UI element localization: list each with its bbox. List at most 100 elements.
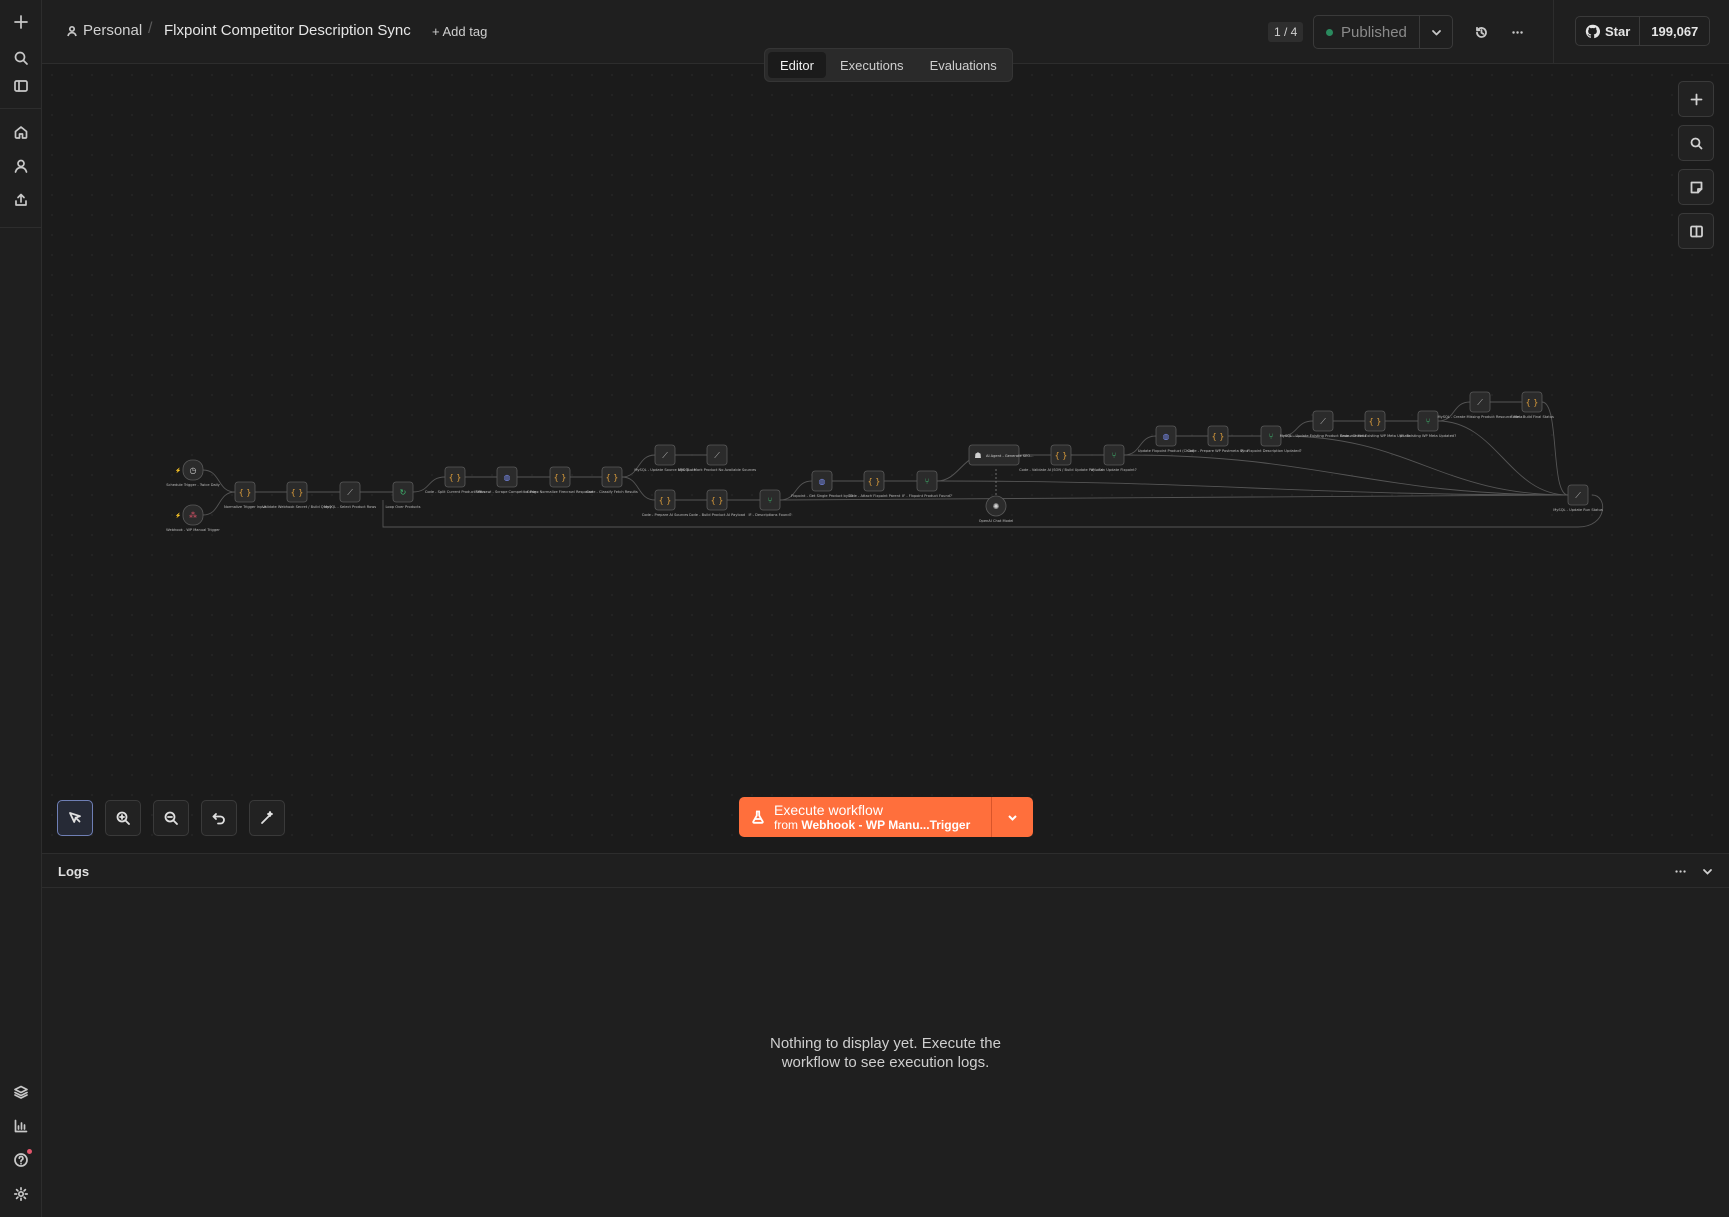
breadcrumb-separator: / bbox=[148, 20, 153, 37]
share-upload-icon[interactable] bbox=[9, 188, 33, 212]
workflow-node[interactable]: { } Code - Prepare WP Postmeta Sync bbox=[1187, 425, 1249, 453]
user-icon bbox=[67, 25, 77, 36]
sticky-note-icon bbox=[1690, 181, 1702, 193]
workflow-node[interactable]: ↻ Loop Over Products bbox=[385, 481, 421, 509]
tab-executions[interactable]: Executions bbox=[828, 52, 916, 78]
logs-empty-line2: workflow to see execution logs. bbox=[781, 1054, 990, 1071]
workflow-node[interactable]: ⟋ MySQL - Mark Product No Available Sourc… bbox=[678, 444, 756, 472]
search-nodes-button[interactable] bbox=[1678, 125, 1714, 161]
logs-more-icon[interactable] bbox=[1672, 863, 1688, 879]
flask-icon bbox=[752, 810, 764, 824]
workflow-node[interactable]: { } Code - Normalize Firecrawl Response bbox=[527, 466, 594, 494]
more-options-icon[interactable] bbox=[1507, 22, 1527, 42]
workflow-node[interactable]: ⑂ IF - Descriptions Found? bbox=[748, 489, 792, 517]
tab-editor[interactable]: Editor bbox=[768, 52, 826, 78]
breadcrumb-project[interactable]: Personal bbox=[66, 22, 142, 39]
node-label: Code - Normalize Firecrawl Response bbox=[527, 490, 594, 494]
node-label: Code - Prepare WP Postmeta Sync bbox=[1187, 449, 1248, 453]
node-label: Validate Webhook Secret / Build Query bbox=[262, 505, 332, 509]
workflow-node[interactable]: { } Normalize Trigger Input bbox=[224, 481, 267, 509]
mysql-icon: ⟋ bbox=[714, 451, 720, 460]
zoom-in-button[interactable] bbox=[105, 800, 141, 836]
search-icon bbox=[1690, 137, 1702, 149]
select-pointer-button[interactable] bbox=[57, 800, 93, 836]
insights-chart-icon[interactable] bbox=[9, 1114, 33, 1138]
node-label: Normalize Trigger Input bbox=[224, 505, 267, 509]
if-icon: ⑂ bbox=[1426, 417, 1431, 426]
workflow-node[interactable]: ⑂ IF - Flxpoint Product Found? bbox=[902, 470, 952, 498]
workflow-node[interactable]: ✺ OpenAI Chat Model bbox=[979, 495, 1014, 523]
undo-button[interactable] bbox=[201, 800, 237, 836]
workflow-node[interactable]: { } Code - Classify Fetch Results bbox=[586, 466, 638, 494]
workflow-node[interactable]: { } Code - Attach Flxpoint Parent bbox=[848, 470, 901, 498]
templates-layers-icon[interactable] bbox=[9, 1080, 33, 1104]
workflow-node[interactable]: ⑂ IF - Flxpoint Description Updated? bbox=[1240, 425, 1302, 453]
workflow-node[interactable]: ⁂ Webhook - WP Manual Trigger ⚡ bbox=[166, 504, 220, 532]
tidy-up-button[interactable] bbox=[249, 800, 285, 836]
node-label: IF - Flxpoint Product Found? bbox=[902, 494, 952, 498]
mysql-icon: ⟋ bbox=[1320, 417, 1326, 426]
logs-title: Logs bbox=[58, 864, 90, 879]
home-icon[interactable] bbox=[9, 120, 33, 144]
history-icon[interactable] bbox=[1471, 22, 1491, 42]
code-icon: { } bbox=[239, 488, 252, 497]
zoom-out-button[interactable] bbox=[153, 800, 189, 836]
publish-options-button[interactable] bbox=[1420, 16, 1452, 48]
help-icon[interactable] bbox=[9, 1148, 33, 1172]
github-star[interactable]: Star bbox=[1576, 17, 1641, 45]
workflow-node[interactable]: ◍ Flxpoint - Get Single Product by ID bbox=[791, 470, 853, 498]
workflow-node[interactable]: { } Validate Webhook Secret / Build Query bbox=[262, 481, 333, 509]
workflow-node[interactable]: ☗ AI Agent - Generate SEO... bbox=[968, 444, 1033, 466]
tab-evaluations[interactable]: Evaluations bbox=[918, 52, 1009, 78]
connection-line bbox=[936, 480, 1569, 496]
collapse-logs-icon[interactable] bbox=[1699, 863, 1715, 879]
logs-empty-state: Nothing to display yet. Execute the work… bbox=[42, 1034, 1729, 1072]
clock-icon: ◷ bbox=[190, 466, 197, 475]
chevron-down-icon bbox=[1431, 29, 1441, 35]
workflow-node[interactable]: ⟋ MySQL - Select Product Rows bbox=[324, 481, 376, 509]
trigger-marker-icon: ⚡ bbox=[175, 512, 181, 519]
execute-workflow-main[interactable]: Execute workflow from Webhook - WP Manu.… bbox=[739, 797, 992, 837]
workflow-name[interactable]: Flxpoint Competitor Description Sync bbox=[164, 22, 411, 39]
sticky-note-button[interactable] bbox=[1678, 169, 1714, 205]
create-plus-icon[interactable] bbox=[9, 10, 33, 34]
add-tag-button[interactable]: + Add tag bbox=[432, 24, 487, 39]
github-star-button[interactable]: Star 199,067 bbox=[1575, 16, 1711, 46]
workflow-node[interactable]: { } Code - Validate AI JSON / Build Updat… bbox=[1019, 444, 1103, 472]
status-dot bbox=[1326, 28, 1333, 36]
code-icon: { } bbox=[291, 488, 304, 497]
mysql-icon: ⟋ bbox=[1477, 398, 1483, 407]
logs-header[interactable]: Logs bbox=[42, 854, 1729, 888]
github-star-count: 199,067 bbox=[1651, 23, 1699, 39]
settings-gear-icon[interactable] bbox=[9, 1182, 33, 1206]
workflow-canvas[interactable]: ◷ Schedule Trigger - Twice Daily ⚡ ⁂ Webhook… bbox=[42, 65, 1729, 852]
chevron-down-icon bbox=[1008, 814, 1017, 821]
github-star-label: Star bbox=[1605, 23, 1631, 39]
workflow-node[interactable]: ⑂ IF - Can Update Flxpoint? bbox=[1091, 444, 1137, 472]
node-label: Code - Validate AI JSON / Build Update P… bbox=[1019, 468, 1103, 472]
toggle-panel-button[interactable] bbox=[1678, 213, 1714, 249]
node-label: Loop Over Products bbox=[385, 505, 420, 509]
execute-text: Execute workflow from Webhook - WP Manu.… bbox=[774, 802, 970, 832]
execute-from: from bbox=[774, 818, 798, 832]
node-label: OpenAI Chat Model bbox=[979, 519, 1014, 523]
connection-line bbox=[1437, 420, 1569, 496]
workflow-node[interactable]: { } Code - Prepare AI Sources bbox=[642, 489, 689, 517]
workflow-node[interactable]: ◍ Update Flxpoint Product (Child) bbox=[1138, 425, 1195, 453]
undo-icon bbox=[212, 813, 225, 825]
execute-trigger-select[interactable] bbox=[992, 797, 1033, 837]
add-node-button[interactable] bbox=[1678, 81, 1714, 117]
node-label: IF - Existing WP Meta Updated? bbox=[1400, 434, 1456, 438]
node-label: AI Agent - Generate SEO... bbox=[986, 454, 1033, 458]
workflow-node[interactable]: ⟋ MySQL - Update Run Status bbox=[1553, 484, 1603, 512]
published-button[interactable]: Published bbox=[1314, 16, 1420, 48]
workflow-node[interactable]: { } Code - Build Product AI Payload bbox=[689, 489, 745, 517]
execute-title: Execute workflow bbox=[774, 802, 883, 818]
node-label: Code - Build Product AI Payload bbox=[689, 513, 745, 517]
version-indicator[interactable]: 1 / 4 bbox=[1268, 22, 1304, 42]
personal-user-icon[interactable] bbox=[9, 154, 33, 178]
execute-workflow-button[interactable]: Execute workflow from Webhook - WP Manu.… bbox=[739, 797, 1033, 837]
node-label: Code - Classify Fetch Results bbox=[586, 490, 638, 494]
search-icon[interactable] bbox=[9, 46, 33, 70]
collapse-sidebar-icon[interactable] bbox=[9, 74, 33, 98]
